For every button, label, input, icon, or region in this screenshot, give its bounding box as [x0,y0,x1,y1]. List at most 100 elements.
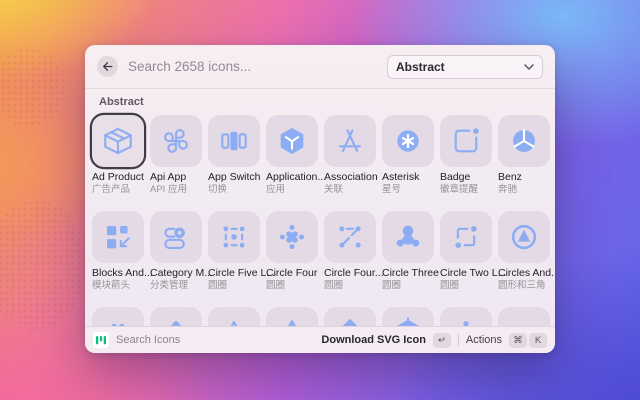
grid-item[interactable]: Circle Four圆圈 [266,211,318,292]
icon-tile-circle-four-line[interactable] [324,211,376,263]
icon-subtitle: 徽章提醒 [440,184,492,196]
icon-tile-cone[interactable] [208,307,260,326]
icon-name: Circle Four [266,267,318,280]
grid-item[interactable]: Circle Two L...圆圈 [440,211,492,292]
icon-subtitle: 应用 [266,184,318,196]
grid-item[interactable]: Circle Five L...圆圈 [208,211,260,292]
background-ornament [0,48,64,128]
icon-tile-category-management[interactable] [150,211,202,263]
benz-circle-icon [507,124,541,158]
icon-tile-circle-three[interactable] [382,211,434,263]
grid-item[interactable] [92,307,144,326]
icon-tile-circles-and-triangle[interactable] [498,211,550,263]
icon-name: Badge [440,171,492,184]
grid-item[interactable]: Circles And...圆形和三角 [498,211,550,292]
api-app-icon [159,124,193,158]
icon-subtitle: 奔驰 [498,184,550,196]
icon-subtitle: 关联 [324,184,376,196]
icon-tile-badge[interactable] [440,115,492,167]
grid-item[interactable]: Category M...分类管理 [150,211,202,292]
grid-item[interactable]: Circle Three圆圈 [382,211,434,292]
icon-tile-circle-two-line[interactable] [440,211,492,263]
icon-tile-ad-product[interactable] [92,115,144,167]
ad-product-icon [101,124,135,158]
back-button[interactable] [97,56,118,77]
grid-item[interactable]: Blocks And...模块箭头 [92,211,144,292]
category-dropdown[interactable]: Abstract [387,55,543,79]
icon-tile-benz-circle[interactable] [498,115,550,167]
grid-item[interactable] [498,307,550,326]
icon-tile-blocks-and-arrow[interactable] [92,211,144,263]
icon-tile-cube-y[interactable] [382,307,434,326]
return-key-badge: ↵ [433,333,451,348]
background-ornament [0,200,86,330]
icon-tile-application-hexagon[interactable] [266,115,318,167]
grid-item[interactable]: Association关联 [324,115,376,196]
icon-subtitle: 切换 [208,184,260,196]
icon-subtitle: 模块箭头 [92,280,144,292]
dots-cluster-icon [101,316,135,326]
footer-divider [458,334,459,346]
badge-icon [449,124,483,158]
icon-name: Blocks And... [92,267,144,280]
infinity-icon [507,316,541,326]
icon-tile-triangle-spokes[interactable] [266,307,318,326]
section-title: Abstract [99,96,555,108]
icon-subtitle: 圆形和三角 [498,280,550,292]
diamond-asterisk-icon [333,316,367,326]
icon-name: Circles And... [498,267,550,280]
icon-tile-circle-five-line[interactable] [208,211,260,263]
grid-item[interactable]: Application...应用 [266,115,318,196]
circle-five-line-icon [217,220,251,254]
grid-item[interactable] [440,307,492,326]
blocks-and-arrow-icon [101,220,135,254]
icon-name: App Switch [208,171,260,184]
icon-tile-network-circle[interactable] [150,307,202,326]
grid-item[interactable]: Api AppAPI 应用 [150,115,202,196]
asterisk-circle-icon [391,124,425,158]
icon-tile-infinity[interactable] [498,307,550,326]
grid-item[interactable] [324,307,376,326]
icon-subtitle: 星号 [382,184,434,196]
cone-icon [217,316,251,326]
download-svg-button[interactable]: Download SVG Icon [321,334,426,346]
icon-tile-circle-four[interactable] [266,211,318,263]
icon-search-window: Search 2658 icons... Abstract Abstract A… [85,45,555,353]
app-switch-icon [217,124,251,158]
actions-button[interactable]: Actions [466,334,502,346]
grid-item[interactable] [382,307,434,326]
grid-item[interactable]: Badge徽章提醒 [440,115,492,196]
icon-name: Circle Two L... [440,267,492,280]
cube-y-icon [391,316,425,326]
icon-tile-app-switch[interactable] [208,115,260,167]
icon-name: Association [324,171,376,184]
icon-subtitle: 广告产品 [92,184,144,196]
network-circle-icon [159,316,193,326]
window-header: Search 2658 icons... Abstract [85,45,555,89]
category-management-icon [159,220,193,254]
icon-tile-api-app[interactable] [150,115,202,167]
grid-item[interactable]: Circle Four...圆圈 [324,211,376,292]
arrow-left-icon [101,60,114,73]
search-input[interactable]: Search 2658 icons... [128,59,377,74]
icon-tile-asterisk-circle[interactable] [382,115,434,167]
grid-item[interactable] [150,307,202,326]
association-icon [333,124,367,158]
icon-tile-association[interactable] [324,115,376,167]
grid-item[interactable]: Ad Product广告产品 [92,115,144,196]
grid-item[interactable] [208,307,260,326]
icon-tile-dots-cluster[interactable] [92,307,144,326]
results-area: Abstract Ad Product广告产品Api AppAPI 应用App … [85,89,555,326]
chevron-down-icon [524,64,534,70]
grid-item[interactable] [266,307,318,326]
icon-tile-cross-dots[interactable] [440,307,492,326]
desktop-background: Search 2658 icons... Abstract Abstract A… [0,0,640,400]
grid-item[interactable]: App Switch切换 [208,115,260,196]
app-label: Search Icons [116,334,180,346]
icon-tile-diamond-asterisk[interactable] [324,307,376,326]
icon-subtitle: 圆圈 [382,280,434,292]
application-hexagon-icon [275,124,309,158]
grid-item[interactable]: Asterisk星号 [382,115,434,196]
icon-name: Category M... [150,267,202,280]
grid-item[interactable]: Benz奔驰 [498,115,550,196]
